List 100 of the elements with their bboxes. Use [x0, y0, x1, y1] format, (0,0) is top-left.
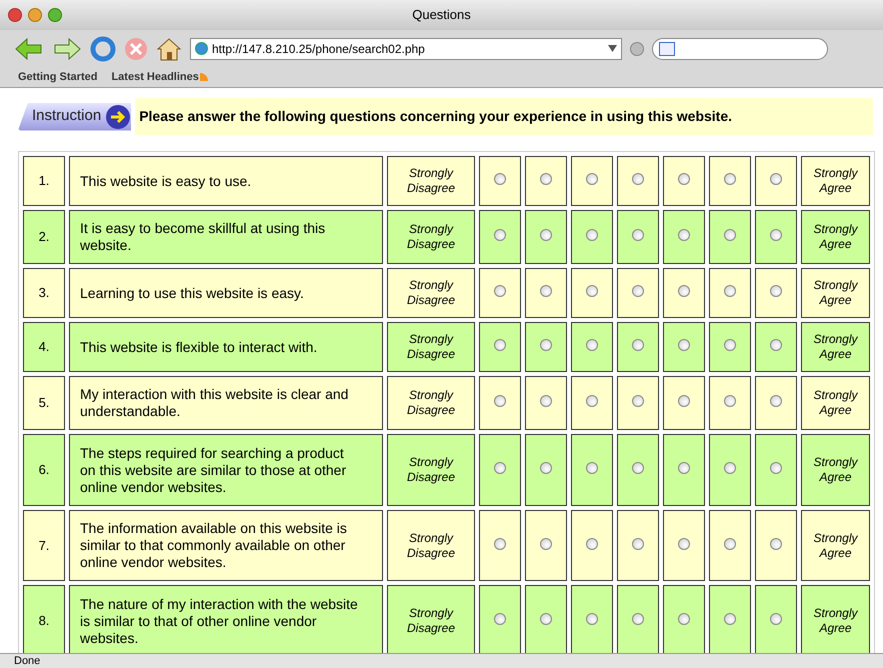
radio-button[interactable] [540, 538, 552, 550]
radio-button[interactable] [724, 173, 736, 185]
radio-button[interactable] [632, 462, 644, 474]
radio-button[interactable] [632, 173, 644, 185]
question-number: 5. [23, 376, 65, 430]
instruction-text: Please answer the following questions concerning your experience in using this website. [135, 98, 873, 135]
feed-icon [200, 73, 208, 81]
radio-button[interactable] [678, 538, 690, 550]
radio-button[interactable] [770, 173, 782, 185]
question-text: My interaction with this website is clear and understandable. [69, 376, 383, 430]
radio-button[interactable] [586, 613, 598, 625]
question-number: 1. [23, 156, 65, 206]
scale-low-label: Strongly Disagree [387, 510, 475, 581]
radio-button[interactable] [678, 229, 690, 241]
radio-button[interactable] [724, 613, 736, 625]
radio-button[interactable] [540, 229, 552, 241]
scale-high-label: Strongly Agree [801, 510, 870, 581]
scale-low-label: Strongly Disagree [387, 268, 475, 318]
radio-button[interactable] [494, 462, 506, 474]
radio-button[interactable] [632, 395, 644, 407]
radio-button[interactable] [586, 462, 598, 474]
dropdown-icon[interactable] [608, 45, 617, 52]
radio-button[interactable] [678, 339, 690, 351]
radio-button[interactable] [770, 395, 782, 407]
scale-high-label: Strongly Agree [801, 156, 870, 206]
radio-button[interactable] [770, 538, 782, 550]
instruction-badge: Instruction [18, 102, 132, 130]
radio-button[interactable] [586, 538, 598, 550]
radio-button[interactable] [586, 339, 598, 351]
radio-button[interactable] [540, 285, 552, 297]
zoom-icon[interactable] [48, 8, 62, 22]
scale-low-label: Strongly Disagree [387, 322, 475, 372]
radio-button[interactable] [678, 613, 690, 625]
radio-button[interactable] [770, 229, 782, 241]
scale-high-label: Strongly Agree [801, 322, 870, 372]
radio-button[interactable] [632, 229, 644, 241]
scale-high-label: Strongly Agree [801, 210, 870, 264]
back-arrow-icon[interactable] [14, 36, 44, 60]
radio-button[interactable] [586, 173, 598, 185]
status-text: Done [14, 654, 40, 668]
radio-button[interactable] [540, 173, 552, 185]
radio-button[interactable] [632, 339, 644, 351]
radio-button[interactable] [678, 173, 690, 185]
scale-high-label: Strongly Agree [801, 585, 870, 653]
radio-button[interactable] [494, 285, 506, 297]
radio-button[interactable] [494, 538, 506, 550]
radio-button[interactable] [678, 395, 690, 407]
question-number: 2. [23, 210, 65, 264]
radio-button[interactable] [770, 339, 782, 351]
radio-button[interactable] [494, 613, 506, 625]
question-text: This website is easy to use. [69, 156, 383, 206]
radio-button[interactable] [724, 462, 736, 474]
question-number: 3. [23, 268, 65, 318]
radio-button[interactable] [770, 285, 782, 297]
scale-low-label: Strongly Disagree [387, 585, 475, 653]
scale-low-label: Strongly Disagree [387, 210, 475, 264]
radio-button[interactable] [540, 462, 552, 474]
radio-button[interactable] [494, 173, 506, 185]
search-field[interactable] [652, 38, 828, 60]
radio-button[interactable] [678, 462, 690, 474]
question-text: The nature of my interaction with the website is similar to that of other online vendor websites. [69, 585, 383, 653]
stop-icon[interactable] [124, 36, 148, 60]
radio-button[interactable] [724, 285, 736, 297]
radio-button[interactable] [494, 339, 506, 351]
address-field[interactable]: http://147.8.210.25/phone/search02.php [190, 38, 622, 60]
scale-low-label: Strongly Disagree [387, 434, 475, 506]
radio-button[interactable] [586, 285, 598, 297]
radio-button[interactable] [540, 339, 552, 351]
question-text: It is easy to become skillful at using this website. [69, 210, 383, 264]
radio-button[interactable] [540, 613, 552, 625]
radio-button[interactable] [724, 538, 736, 550]
radio-button[interactable] [770, 613, 782, 625]
scale-low-label: Strongly Disagree [387, 156, 475, 206]
question-text: This website is flexible to interact with. [69, 322, 383, 372]
radio-button[interactable] [586, 395, 598, 407]
radio-button[interactable] [632, 613, 644, 625]
radio-button[interactable] [724, 229, 736, 241]
window-title: Questions [412, 6, 471, 24]
question-number: 7. [23, 510, 65, 581]
radio-button[interactable] [724, 339, 736, 351]
radio-button[interactable] [632, 285, 644, 297]
forward-arrow-icon[interactable] [52, 36, 82, 60]
scale-high-label: Strongly Agree [801, 376, 870, 430]
minimize-icon[interactable] [28, 8, 42, 22]
home-icon[interactable] [156, 36, 182, 62]
radio-button[interactable] [632, 538, 644, 550]
radio-button[interactable] [678, 285, 690, 297]
radio-button[interactable] [770, 462, 782, 474]
bookmark-link[interactable]: Getting Started [18, 68, 98, 86]
bookmark-link[interactable]: Latest Headlines [111, 68, 208, 86]
close-icon[interactable] [8, 8, 22, 22]
question-text: The steps required for searching a product on this website are similar to those at other online vendor websites. [69, 434, 383, 506]
question-number: 8. [23, 585, 65, 653]
question-text: The information available on this website is similar to that commonly available on other online vendor websites. [69, 510, 383, 581]
radio-button[interactable] [494, 395, 506, 407]
radio-button[interactable] [586, 229, 598, 241]
url-text: http://147.8.210.25/phone/search02.php [212, 40, 426, 58]
radio-button[interactable] [494, 229, 506, 241]
radio-button[interactable] [540, 395, 552, 407]
radio-button[interactable] [724, 395, 736, 407]
